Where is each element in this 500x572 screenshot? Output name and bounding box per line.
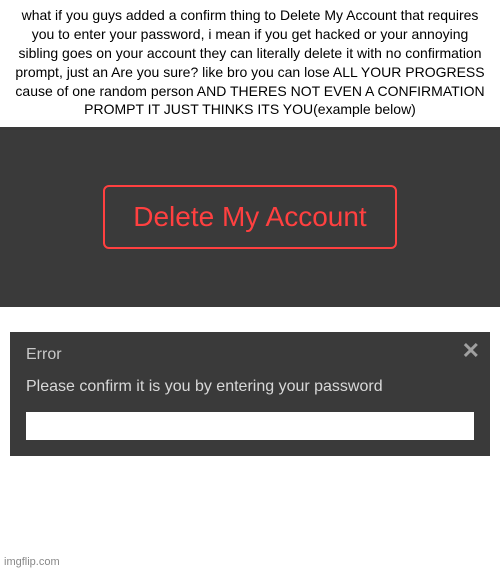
close-icon[interactable]: ✕ [462, 340, 480, 362]
error-dialog-title: Error [26, 346, 474, 364]
delete-my-account-button[interactable]: Delete My Account [103, 185, 396, 249]
watermark-text: imgflip.com [4, 556, 60, 568]
password-input[interactable] [26, 412, 474, 440]
delete-account-panel: Delete My Account [0, 127, 500, 307]
error-dialog: ✕ Error Please confirm it is you by ente… [10, 332, 490, 456]
meme-caption-text: what if you guys added a confirm thing t… [0, 0, 500, 127]
error-dialog-message: Please confirm it is you by entering you… [26, 378, 474, 396]
